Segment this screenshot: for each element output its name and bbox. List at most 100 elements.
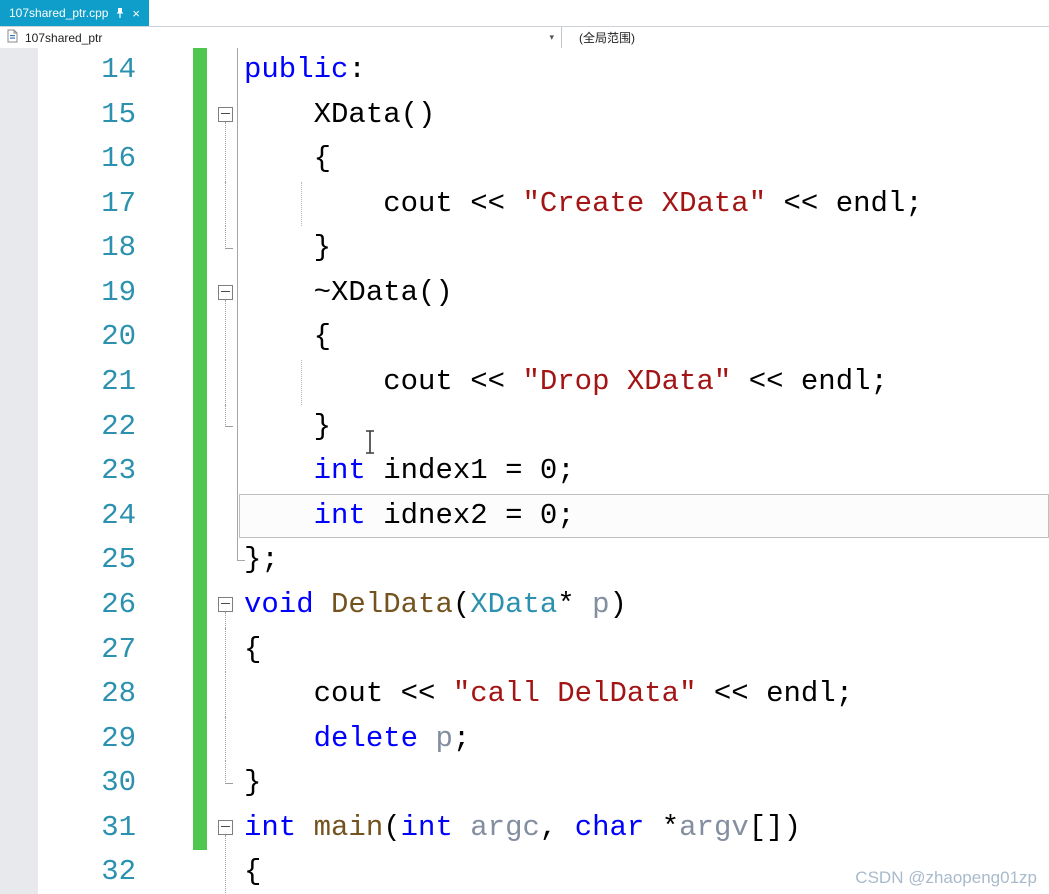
code-text[interactable]: cout << "call DelData" << endl; xyxy=(244,672,1049,717)
fold-collapse-button[interactable] xyxy=(218,107,233,122)
breakpoint-margin[interactable] xyxy=(0,226,38,271)
code-line-26[interactable]: 26 void DelData(XData* p) xyxy=(0,583,1049,628)
code-line-21[interactable]: 21 cout << "Drop XData" << endl; xyxy=(0,360,1049,405)
close-icon[interactable]: × xyxy=(132,7,140,20)
code-line-23[interactable]: 23 int index1 = 0; xyxy=(0,449,1049,494)
breakpoint-margin[interactable] xyxy=(0,93,38,138)
fold-guide-line xyxy=(225,628,226,673)
code-line-28[interactable]: 28 cout << "call DelData" << endl; xyxy=(0,672,1049,717)
change-tracking-bar xyxy=(193,538,207,583)
breakpoint-margin[interactable] xyxy=(0,806,38,851)
breakpoint-margin[interactable] xyxy=(0,405,38,450)
token-keyword: int xyxy=(401,811,453,844)
fold-margin xyxy=(207,405,244,450)
token-keyword: delete xyxy=(314,722,418,755)
fold-guide-line xyxy=(237,538,238,560)
line-number: 25 xyxy=(38,538,193,583)
fold-margin xyxy=(207,48,244,93)
token-plain: , xyxy=(540,811,575,844)
code-text[interactable]: public: xyxy=(244,48,1049,93)
breakpoint-margin[interactable] xyxy=(0,538,38,583)
code-text[interactable]: { xyxy=(244,315,1049,360)
member-scope-dropdown[interactable]: (全局范围) xyxy=(562,27,1049,48)
breakpoint-margin[interactable] xyxy=(0,672,38,717)
code-line-15[interactable]: 15 XData() xyxy=(0,93,1049,138)
fold-collapse-button[interactable] xyxy=(218,285,233,300)
code-line-24[interactable]: 24 int idnex2 = 0; xyxy=(0,494,1049,539)
fold-collapse-button[interactable] xyxy=(218,597,233,612)
code-text[interactable]: cout << "Create XData" << endl; xyxy=(244,182,1049,227)
breakpoint-margin[interactable] xyxy=(0,494,38,539)
watermark: CSDN @zhaopeng01zp xyxy=(855,868,1037,888)
token-plain xyxy=(314,588,331,621)
breakpoint-margin[interactable] xyxy=(0,360,38,405)
code-line-25[interactable]: 25}; xyxy=(0,538,1049,583)
project-scope-dropdown[interactable]: 107shared_ptr ▾ xyxy=(0,27,562,48)
token-plain: << endl; xyxy=(731,365,888,398)
code-text[interactable]: } xyxy=(244,761,1049,806)
code-text[interactable]: XData() xyxy=(244,93,1049,138)
code-line-18[interactable]: 18 } xyxy=(0,226,1049,271)
token-plain: { xyxy=(244,142,331,175)
change-tracking-bar xyxy=(193,761,207,806)
code-text[interactable]: { xyxy=(244,628,1049,673)
code-text[interactable]: ~XData() xyxy=(244,271,1049,316)
change-tracking-bar xyxy=(193,315,207,360)
breakpoint-margin[interactable] xyxy=(0,315,38,360)
breakpoint-margin[interactable] xyxy=(0,583,38,628)
code-text[interactable]: } xyxy=(244,226,1049,271)
fold-collapse-button[interactable] xyxy=(218,820,233,835)
change-tracking-bar xyxy=(193,405,207,450)
breakpoint-margin[interactable] xyxy=(0,182,38,227)
breakpoint-margin[interactable] xyxy=(0,761,38,806)
token-parameter: p xyxy=(592,588,609,621)
token-plain xyxy=(418,722,435,755)
token-plain: } xyxy=(244,231,331,264)
code-line-14[interactable]: 14public: xyxy=(0,48,1049,93)
line-number: 26 xyxy=(38,583,193,628)
pin-icon[interactable] xyxy=(115,7,125,19)
code-line-22[interactable]: 22 } xyxy=(0,405,1049,450)
code-line-16[interactable]: 16 { xyxy=(0,137,1049,182)
change-tracking-bar xyxy=(193,93,207,138)
token-plain: ~XData() xyxy=(244,276,453,309)
tab-107shared_ptr-cpp[interactable]: 107shared_ptr.cpp × xyxy=(0,0,149,26)
breakpoint-margin[interactable] xyxy=(0,628,38,673)
code-line-17[interactable]: 17 cout << "Create XData" << endl; xyxy=(0,182,1049,227)
change-tracking-bar xyxy=(193,806,207,851)
code-editor[interactable]: 14public:15 XData()16 {17 cout << "Creat… xyxy=(0,48,1049,894)
fold-margin xyxy=(207,628,244,673)
code-text[interactable]: cout << "Drop XData" << endl; xyxy=(244,360,1049,405)
token-plain: { xyxy=(244,855,261,888)
code-text[interactable]: { xyxy=(244,137,1049,182)
change-tracking-bar xyxy=(193,494,207,539)
fold-guide-line xyxy=(225,137,226,182)
fold-margin xyxy=(207,271,244,316)
indent-guide xyxy=(301,360,302,405)
vs-editor-window: 107shared_ptr.cpp × 107shared_ptr ▾ (全局范… xyxy=(0,0,1049,894)
token-string: "call DelData" xyxy=(453,677,697,710)
breakpoint-margin[interactable] xyxy=(0,717,38,762)
code-text[interactable]: delete p; xyxy=(244,717,1049,762)
code-line-31[interactable]: 31int main(int argc, char *argv[]) xyxy=(0,806,1049,851)
code-line-29[interactable]: 29 delete p; xyxy=(0,717,1049,762)
fold-guide-line xyxy=(225,850,226,894)
code-text[interactable]: int idnex2 = 0; xyxy=(244,494,1049,539)
code-text[interactable]: int main(int argc, char *argv[]) xyxy=(244,806,1049,851)
token-function: DelData xyxy=(331,588,453,621)
token-plain xyxy=(453,811,470,844)
breakpoint-margin[interactable] xyxy=(0,271,38,316)
breakpoint-margin[interactable] xyxy=(0,137,38,182)
code-line-20[interactable]: 20 { xyxy=(0,315,1049,360)
code-line-30[interactable]: 30} xyxy=(0,761,1049,806)
document-tab-bar: 107shared_ptr.cpp × xyxy=(0,0,1049,26)
breakpoint-margin[interactable] xyxy=(0,48,38,93)
fold-guide-line xyxy=(237,449,238,494)
breakpoint-margin[interactable] xyxy=(0,449,38,494)
code-line-27[interactable]: 27{ xyxy=(0,628,1049,673)
token-plain: } xyxy=(244,410,331,443)
code-text[interactable]: void DelData(XData* p) xyxy=(244,583,1049,628)
code-text[interactable]: }; xyxy=(244,538,1049,583)
breakpoint-margin[interactable] xyxy=(0,850,38,894)
code-line-19[interactable]: 19 ~XData() xyxy=(0,271,1049,316)
